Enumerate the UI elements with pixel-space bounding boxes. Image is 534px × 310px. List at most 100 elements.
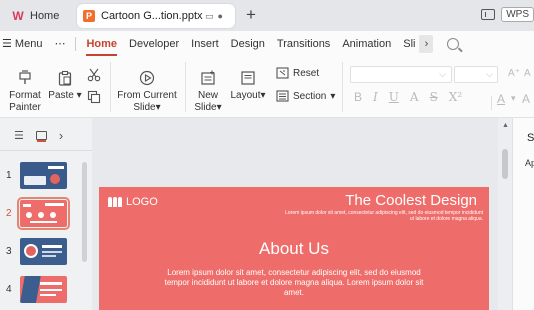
layout-dropdown-icon[interactable]: ▾ xyxy=(261,90,266,101)
section-icon xyxy=(276,90,289,102)
cut-icon[interactable] xyxy=(87,68,101,82)
strikethrough-button[interactable]: S xyxy=(430,90,438,104)
grow-font-button[interactable]: A⁺ xyxy=(508,68,520,79)
shrink-font-button[interactable]: A xyxy=(524,68,531,79)
slide-thumbnail-2[interactable]: 2 xyxy=(0,197,80,230)
slide-number: 4 xyxy=(6,284,12,295)
search-icon[interactable] xyxy=(447,37,460,50)
reset-icon xyxy=(276,67,289,79)
copy-icon[interactable] xyxy=(87,90,101,104)
paste-label: Paste xyxy=(48,90,74,101)
font-family-dropdown-icon: ⌵ xyxy=(439,69,446,79)
wps-logo-icon: W xyxy=(12,9,24,23)
home-tab[interactable]: W Home xyxy=(2,4,76,28)
slide-body-text[interactable]: Lorem ipsum dolor sit amet, consectetur … xyxy=(157,268,431,298)
menu-bar: ☰ Menu ⋯ Home Developer Insert Design Tr… xyxy=(0,31,534,56)
tab-design[interactable]: Design xyxy=(225,38,271,50)
canvas-scrollbar[interactable]: ▲ xyxy=(498,118,512,310)
format-painter-button[interactable]: Format Painter xyxy=(6,70,44,114)
highlight-button[interactable]: A xyxy=(522,92,530,106)
text-effect-button[interactable]: A xyxy=(410,90,419,104)
task-pane-label: Ap xyxy=(525,158,534,168)
tab-animation[interactable]: Animation xyxy=(336,38,397,50)
tab-home[interactable]: Home xyxy=(80,38,123,56)
slide-preview xyxy=(20,162,67,189)
document-tab-label: Cartoon G...tion.pptx xyxy=(101,10,203,22)
tab-transitions[interactable]: Transitions xyxy=(271,38,336,50)
font-family-select[interactable]: ⌵ xyxy=(350,66,452,83)
from-current-slide-button[interactable]: From Current Slide▾ xyxy=(116,70,178,114)
ribbon-divider xyxy=(491,96,492,110)
document-tab[interactable]: P Cartoon G...tion.pptx ▭● xyxy=(77,4,235,28)
bold-button[interactable]: B xyxy=(354,90,362,104)
slide-number: 1 xyxy=(6,170,12,181)
outline-view-icon[interactable]: ☰ xyxy=(14,129,24,142)
more-options-button[interactable]: ⋯ xyxy=(48,37,71,50)
ribbon-divider xyxy=(342,62,343,112)
right-task-pane: Sl Ap xyxy=(512,118,534,310)
thumbnails-scrollbar[interactable] xyxy=(82,162,87,262)
scroll-up-arrow-icon[interactable]: ▲ xyxy=(502,122,509,129)
from-current-dropdown-icon[interactable]: ▾ xyxy=(156,102,161,113)
layout-button[interactable]: Layout▾ xyxy=(228,70,268,102)
home-tab-label: Home xyxy=(30,10,60,22)
title-bar: W Home P Cartoon G...tion.pptx ▭● + WPS xyxy=(0,0,534,31)
logo-text: LOGO xyxy=(126,196,158,208)
current-slide[interactable]: LOGO The Coolest Design Lorem ipsum dolo… xyxy=(99,187,489,310)
new-slide-label: New Slide xyxy=(194,90,218,113)
menu-divider xyxy=(75,36,77,51)
slide-thumbnail-4[interactable]: 4 xyxy=(0,276,80,306)
tab-insert[interactable]: Insert xyxy=(185,38,225,50)
presentation-file-icon: P xyxy=(83,10,95,22)
slide-number: 2 xyxy=(6,208,12,219)
font-color-button[interactable]: A xyxy=(497,92,505,106)
ribbon-divider xyxy=(185,62,186,112)
tab-slideshow[interactable]: Sli xyxy=(397,38,421,50)
from-current-slide-label: From Current Slide xyxy=(117,90,177,113)
slide-subtitle[interactable]: Lorem ipsum dolor sit amet, consectetur … xyxy=(283,210,483,222)
slide-thumbnail-3[interactable]: 3 xyxy=(0,238,80,268)
tab-status-icons: ▭● xyxy=(205,10,227,21)
people-logo-icon xyxy=(108,197,122,207)
window-layout-icon[interactable] xyxy=(481,9,496,20)
reset-button[interactable]: Reset xyxy=(276,67,319,79)
menu-button[interactable]: ☰ Menu xyxy=(0,37,48,50)
italic-button[interactable]: I xyxy=(373,90,378,104)
collapse-panel-chevron-icon[interactable]: › xyxy=(59,128,63,143)
new-tab-button[interactable]: + xyxy=(246,5,256,25)
section-label: Section xyxy=(293,90,327,102)
slide-logo[interactable]: LOGO xyxy=(108,196,158,208)
new-slide-dropdown-icon[interactable]: ▾ xyxy=(217,102,222,113)
new-slide-button[interactable]: New Slide▾ xyxy=(192,70,224,114)
slides-view-icon[interactable] xyxy=(35,131,47,140)
paste-dropdown-icon[interactable]: ▾ xyxy=(74,90,82,101)
panel-divider xyxy=(0,150,92,151)
section-button[interactable]: Section ▾ xyxy=(276,90,335,102)
font-size-dropdown-icon: ⌵ xyxy=(486,69,493,79)
format-painter-label: Format Painter xyxy=(9,90,41,113)
slide-preview xyxy=(17,197,70,230)
tab-developer[interactable]: Developer xyxy=(123,38,185,50)
superscript-button[interactable]: X² xyxy=(449,90,462,104)
underline-button[interactable]: U xyxy=(389,90,399,104)
slide-preview xyxy=(20,238,67,265)
format-painter-icon xyxy=(19,70,31,84)
ribbon-toolbar: Format Painter Paste ▾ From Current Slid… xyxy=(0,56,534,118)
menu-label: Menu xyxy=(14,38,43,50)
section-dropdown-icon[interactable]: ▾ xyxy=(330,91,335,102)
font-format-buttons: B I U A S X² xyxy=(354,90,462,104)
font-color-dropdown-icon[interactable]: ▾ xyxy=(511,93,516,104)
slide-heading[interactable]: About Us xyxy=(99,239,489,259)
wps-account-button[interactable]: WPS xyxy=(501,7,534,22)
slide-title[interactable]: The Coolest Design xyxy=(345,192,477,209)
paste-button[interactable]: Paste ▾ xyxy=(48,70,82,102)
menu-overflow-chevron-icon[interactable]: › xyxy=(419,34,434,53)
scrollbar-thumb[interactable] xyxy=(502,149,508,179)
font-size-select[interactable]: ⌵ xyxy=(454,66,498,83)
slide-thumbnail-1[interactable]: 1 xyxy=(0,162,80,192)
reset-label: Reset xyxy=(293,67,320,79)
slide-editing-canvas[interactable]: LOGO The Coolest Design Lorem ipsum dolo… xyxy=(92,118,512,310)
layout-icon xyxy=(241,71,255,85)
task-pane-title: Sl xyxy=(527,132,534,144)
slide-number: 3 xyxy=(6,246,12,257)
